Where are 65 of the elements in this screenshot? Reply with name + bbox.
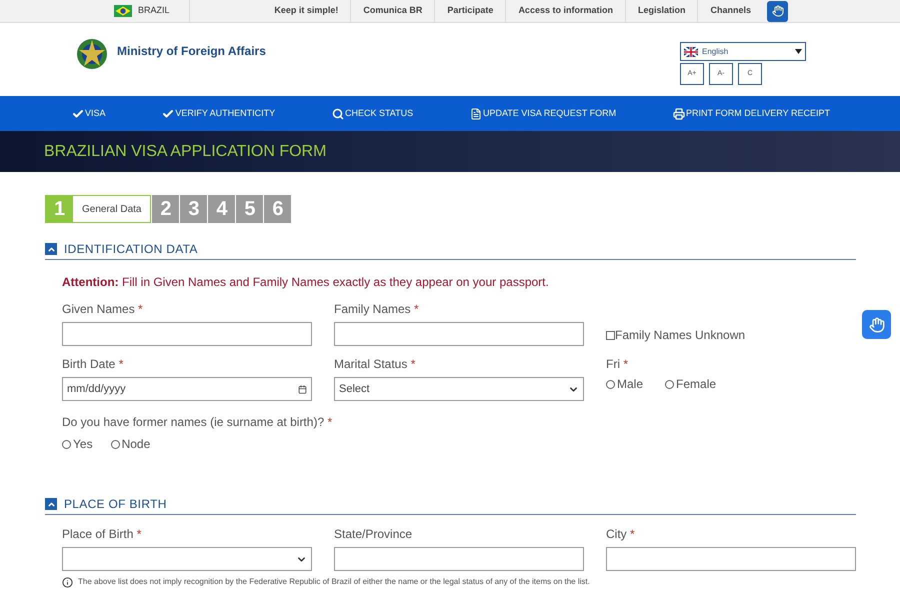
flag-icon [684, 46, 698, 56]
radio-button[interactable] [62, 440, 71, 448]
top-link[interactable]: Comunica BR [350, 0, 434, 22]
text-field[interactable] [62, 322, 312, 346]
radio-button[interactable] [110, 440, 120, 448]
chevron-up-icon [46, 500, 56, 508]
search-icon [332, 108, 344, 120]
section-title: PLACE OF BIRTH [64, 496, 167, 513]
text-field[interactable] [334, 547, 584, 571]
select-field[interactable] [62, 547, 312, 571]
nav-link[interactable]: CHECK STATUS [332, 106, 414, 120]
flag-icon [114, 5, 132, 17]
radio-button[interactable] [665, 380, 674, 388]
top-link[interactable]: Legislation [624, 0, 698, 22]
text-field[interactable] [606, 547, 856, 571]
text-field[interactable] [334, 322, 584, 346]
calendar-icon [298, 384, 307, 394]
caret-icon [795, 49, 802, 54]
check-icon [162, 108, 174, 120]
checkbox[interactable] [606, 330, 615, 340]
radio-option[interactable]: Yes [62, 435, 93, 453]
ministry-title: Ministry of Foreign Affairs [117, 43, 266, 60]
hand-icon [868, 316, 884, 332]
top-link[interactable]: Participate [434, 0, 506, 22]
field-label: Marital Status * [334, 356, 416, 373]
nav-link[interactable]: PRINT FORM DELIVERY RECEIPT [672, 106, 830, 120]
nav-link[interactable]: VISA [72, 106, 106, 120]
select-field[interactable]: Select [334, 377, 584, 401]
collapse-toggle[interactable] [45, 498, 57, 510]
radio-option[interactable]: Female [665, 375, 716, 393]
field-label: Fri * [606, 356, 630, 373]
note-text: The above list does not imply recognition by the Federative Republic of Brazil of either the name or the legal status of any of the items on the list. [78, 576, 590, 588]
page-title: BRAZILIAN VISA APPLICATION FORM [44, 142, 326, 162]
coat-of-arms-icon [75, 37, 109, 71]
sign-language-button[interactable] [862, 310, 891, 339]
document-icon [470, 108, 482, 120]
info-icon [62, 576, 73, 588]
radio-button[interactable] [606, 380, 615, 388]
field-label: State/Province [334, 526, 414, 543]
accessibility-button[interactable] [767, 0, 788, 22]
top-link[interactable]: Access to information [505, 0, 625, 22]
top-link[interactable]: Keep it simple! [262, 0, 350, 22]
field-label: City * [606, 526, 636, 543]
field-label: Family Names * [334, 301, 420, 318]
language-select[interactable]: English [680, 42, 806, 61]
field-label: Given Names * [62, 301, 144, 318]
checkbox-option[interactable]: Family Names Unknown [606, 326, 856, 344]
chevron-up-icon [46, 244, 56, 254]
country-label: BRAZIL [138, 4, 170, 18]
step-tab[interactable]: 1 General Data [45, 195, 152, 223]
nav-link[interactable]: UPDATE VISA REQUEST FORM [470, 106, 616, 120]
printer-icon [672, 108, 685, 120]
field-label: Do you have former names (ie surname at birth)? * [62, 414, 334, 431]
nav-link[interactable]: VERIFY AUTHENTICITY [162, 106, 276, 120]
radio-option[interactable]: Male [606, 375, 644, 393]
section-title: IDENTIFICATION DATA [64, 241, 198, 258]
field-label: Birth Date * [62, 356, 124, 373]
top-link[interactable]: Channels [697, 0, 763, 22]
check-icon [72, 108, 84, 120]
radio-option[interactable]: Node [110, 435, 150, 453]
hand-icon [772, 5, 784, 17]
date-field[interactable]: mm/dd/yyyy [62, 377, 312, 401]
attention-message: Attention: Fill in Given Names and Family Names exactly as they appear on your passport. [62, 274, 550, 291]
field-label: Place of Birth * [62, 526, 142, 543]
collapse-toggle[interactable] [45, 243, 57, 255]
